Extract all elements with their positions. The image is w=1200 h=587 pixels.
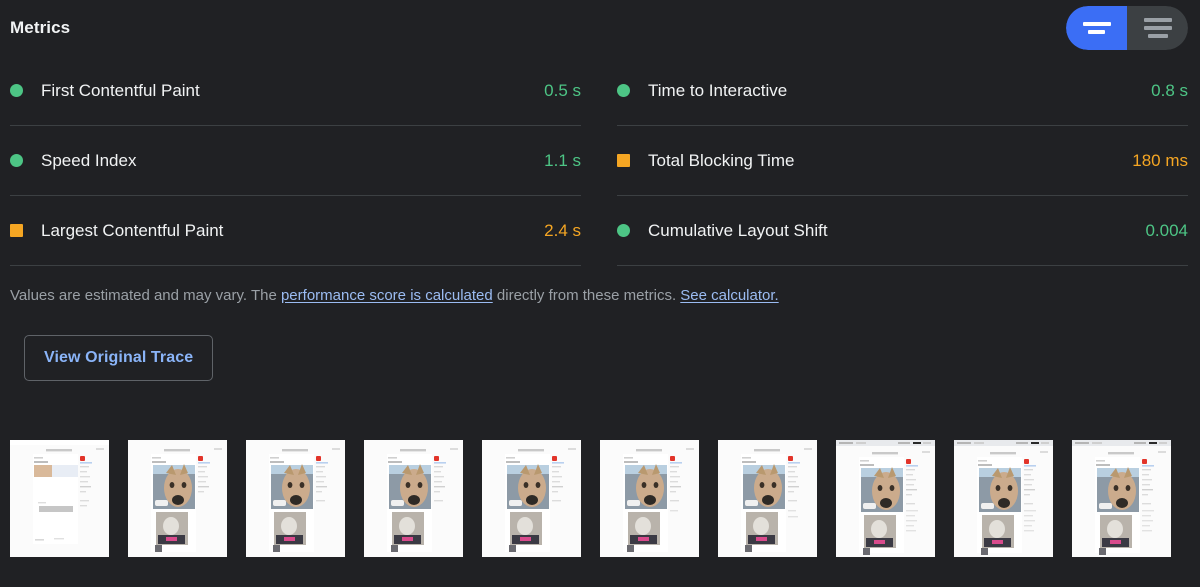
screenshot-thumbnail bbox=[718, 440, 817, 557]
simple-view-toggle[interactable] bbox=[1066, 6, 1127, 50]
metric-label: Total Blocking Time bbox=[648, 150, 795, 170]
disclaimer-part-1: Values are estimated and may vary. The bbox=[10, 287, 281, 304]
metrics-panel: Metrics First Contentful Paint 0.5 s Spe bbox=[0, 0, 1200, 587]
square-icon bbox=[10, 224, 23, 237]
page-title: Metrics bbox=[10, 18, 71, 37]
filmstrip-frame[interactable] bbox=[10, 440, 109, 557]
metric-label: Cumulative Layout Shift bbox=[648, 220, 828, 240]
filmstrip-frame[interactable] bbox=[128, 440, 227, 557]
filmstrip-frame[interactable] bbox=[954, 440, 1053, 557]
filmstrip-frame[interactable] bbox=[364, 440, 463, 557]
metric-value: 180 ms bbox=[1132, 150, 1188, 170]
circle-icon bbox=[10, 154, 23, 167]
filmstrip-strip bbox=[10, 440, 1171, 557]
screenshot-thumbnail bbox=[600, 440, 699, 557]
circle-icon bbox=[617, 224, 630, 237]
metrics-grid: First Contentful Paint 0.5 s Speed Index… bbox=[0, 56, 1200, 266]
metric-value: 0.8 s bbox=[1151, 80, 1188, 100]
disclaimer-part-2: directly from these metrics. bbox=[492, 287, 681, 304]
filmstrip-frame[interactable] bbox=[246, 440, 345, 557]
view-toggle-group bbox=[1066, 6, 1188, 50]
filmstrip-frame[interactable] bbox=[1072, 440, 1171, 557]
metric-label: Speed Index bbox=[41, 150, 137, 170]
expanded-view-toggle[interactable] bbox=[1127, 6, 1188, 50]
toggle-line-icon bbox=[1082, 22, 1111, 26]
toggle-line-icon bbox=[1088, 30, 1105, 34]
screenshot-thumbnail bbox=[482, 440, 581, 557]
metric-value: 0.5 s bbox=[544, 80, 581, 100]
toggle-line-icon bbox=[1143, 18, 1172, 22]
filmstrip-frame[interactable] bbox=[482, 440, 581, 557]
metric-row[interactable]: Largest Contentful Paint 2.4 s bbox=[10, 196, 581, 266]
screenshot-thumbnail bbox=[954, 440, 1053, 557]
filmstrip-frame[interactable] bbox=[718, 440, 817, 557]
panel-header: Metrics bbox=[0, 0, 1200, 56]
screenshot-thumbnail bbox=[1072, 440, 1171, 557]
screenshot-thumbnail bbox=[10, 440, 109, 557]
metric-row[interactable]: Time to Interactive 0.8 s bbox=[617, 56, 1188, 126]
toggle-line-icon bbox=[1147, 34, 1168, 38]
metric-value: 1.1 s bbox=[544, 150, 581, 170]
metric-value: 2.4 s bbox=[544, 220, 581, 240]
disclaimer-text: Values are estimated and may vary. The p… bbox=[0, 266, 1200, 305]
circle-icon bbox=[10, 84, 23, 97]
metrics-column-right: Time to Interactive 0.8 s Total Blocking… bbox=[617, 56, 1188, 266]
metric-row[interactable]: Cumulative Layout Shift 0.004 bbox=[617, 196, 1188, 266]
trace-button-container: View Original Trace bbox=[0, 305, 1200, 381]
screenshot-thumbnail bbox=[128, 440, 227, 557]
performance-score-link[interactable]: performance score is calculated bbox=[281, 287, 493, 304]
metric-label: Largest Contentful Paint bbox=[41, 220, 224, 240]
see-calculator-link[interactable]: See calculator. bbox=[680, 287, 778, 304]
filmstrip-frame[interactable] bbox=[600, 440, 699, 557]
circle-icon bbox=[617, 84, 630, 97]
metric-label: Time to Interactive bbox=[648, 80, 788, 100]
filmstrip-frame[interactable] bbox=[836, 440, 935, 557]
metric-row[interactable]: Speed Index 1.1 s bbox=[10, 126, 581, 196]
screenshot-thumbnail bbox=[836, 440, 935, 557]
metric-value: 0.004 bbox=[1145, 220, 1188, 240]
metrics-column-left: First Contentful Paint 0.5 s Speed Index… bbox=[10, 56, 581, 266]
metric-row[interactable]: First Contentful Paint 0.5 s bbox=[10, 56, 581, 126]
metric-label: First Contentful Paint bbox=[41, 80, 200, 100]
view-original-trace-button[interactable]: View Original Trace bbox=[24, 335, 214, 381]
square-icon bbox=[617, 154, 630, 167]
toggle-line-icon bbox=[1143, 26, 1172, 30]
screenshot-thumbnail bbox=[246, 440, 345, 557]
metric-row[interactable]: Total Blocking Time 180 ms bbox=[617, 126, 1188, 196]
screenshot-thumbnail bbox=[364, 440, 463, 557]
